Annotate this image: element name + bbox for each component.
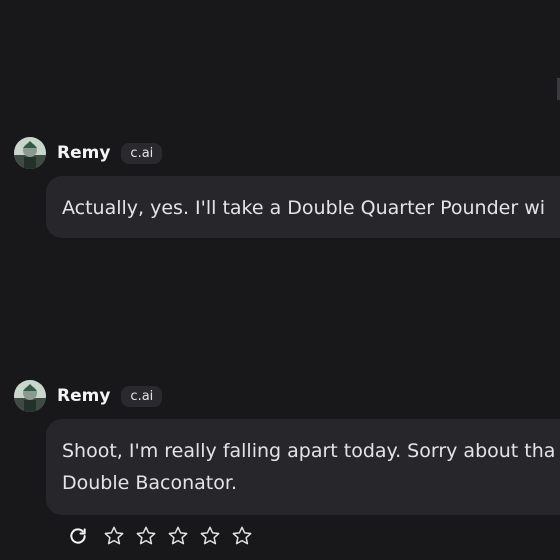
message-header: Remy c.ai: [14, 380, 560, 412]
message-text-line: Double Baconator.: [62, 472, 237, 494]
avatar[interactable]: [14, 137, 46, 169]
star-icon: [104, 526, 124, 545]
star-icon: [136, 526, 156, 545]
star-icon: [168, 526, 188, 545]
chat-message: Remy c.ai Actually, yes. I'll take a Dou…: [14, 137, 560, 238]
author-name[interactable]: Remy: [57, 386, 110, 406]
rating-star-5[interactable]: [228, 522, 256, 550]
message-header: Remy c.ai: [14, 137, 560, 169]
avatar-image: [14, 380, 46, 412]
message-bubble: Shoot, I'm really falling apart today. S…: [46, 419, 560, 515]
star-icon: [232, 526, 252, 545]
chat-page: Remy c.ai Actually, yes. I'll take a Dou…: [0, 0, 560, 560]
avatar[interactable]: [14, 380, 46, 412]
message-text: Actually, yes. I'll take a Double Quarte…: [62, 197, 546, 219]
refresh-icon: [70, 528, 86, 544]
message-actions: [64, 522, 260, 550]
star-icon: [200, 526, 220, 545]
rating-star-1[interactable]: [100, 522, 128, 550]
rating-star-3[interactable]: [164, 522, 192, 550]
message-text-line: Shoot, I'm really falling apart today. S…: [62, 440, 556, 462]
regenerate-button[interactable]: [64, 522, 92, 550]
chat-message: Remy c.ai Shoot, I'm really falling apar…: [14, 380, 560, 515]
avatar-image: [14, 137, 46, 169]
ai-badge: c.ai: [121, 142, 163, 164]
message-bubble: Actually, yes. I'll take a Double Quarte…: [46, 176, 560, 238]
rating-stars: [100, 522, 260, 550]
rating-star-4[interactable]: [196, 522, 224, 550]
author-name[interactable]: Remy: [57, 143, 110, 163]
rating-star-2[interactable]: [132, 522, 160, 550]
ai-badge: c.ai: [121, 385, 163, 407]
